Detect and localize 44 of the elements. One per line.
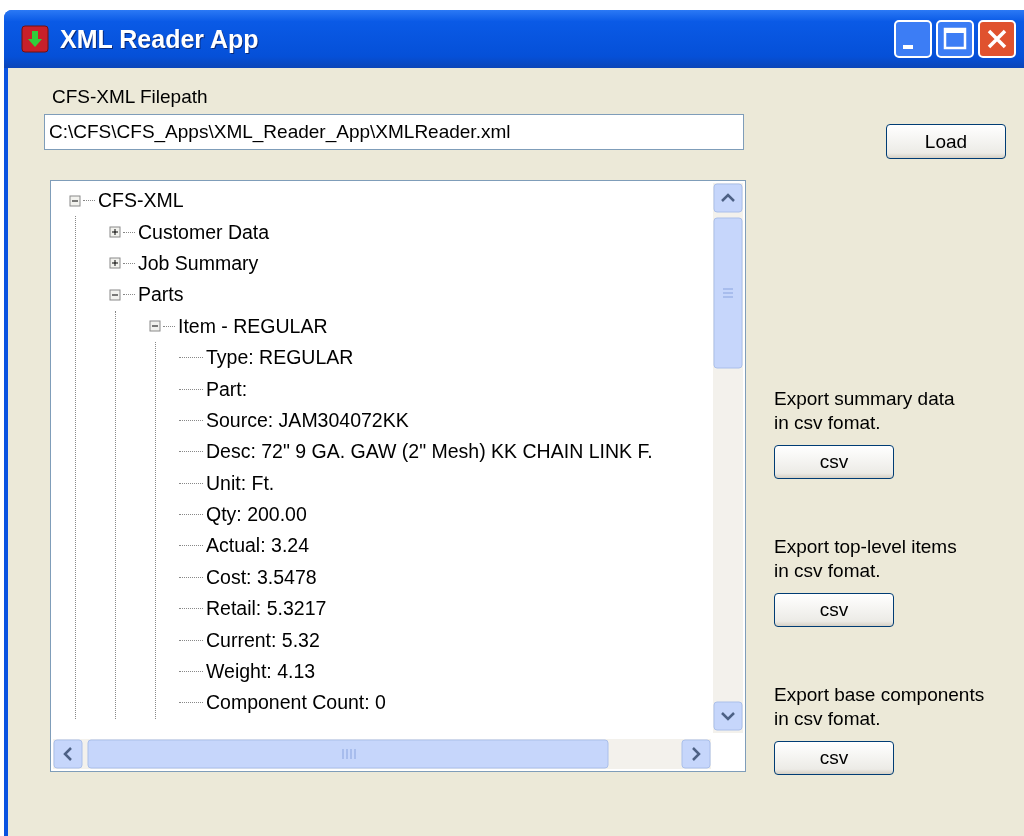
load-button[interactable]: Load — [886, 124, 1006, 159]
app-icon — [20, 24, 50, 54]
scroll-thumb[interactable] — [713, 217, 743, 369]
close-button[interactable] — [978, 20, 1016, 58]
tree-node-label[interactable]: Current: 5.32 — [206, 628, 320, 652]
export-description: Export summary data in csv fomat. — [774, 387, 956, 435]
expand-icon[interactable] — [107, 224, 123, 241]
export-description: Export top-level items in csv fomat. — [774, 535, 958, 583]
filepath-label: CFS-XML Filepath — [51, 86, 209, 108]
tree-node-label[interactable]: Component Count: 0 — [206, 691, 386, 715]
tree-node-label[interactable]: Unit: Ft. — [206, 471, 275, 495]
maximize-button[interactable] — [936, 20, 974, 58]
tree-node-label[interactable]: Cost: 3.5478 — [206, 565, 317, 589]
tree-node-label[interactable]: Retail: 5.3217 — [206, 597, 327, 621]
collapse-icon[interactable] — [147, 318, 163, 335]
tree-node-label[interactable]: CFS-XML — [98, 189, 184, 213]
window-title: XML Reader App — [60, 24, 260, 54]
tree-node-label[interactable]: Source: JAM304072KK — [206, 408, 409, 432]
horizontal-scrollbar[interactable] — [53, 739, 711, 769]
expand-icon[interactable] — [107, 255, 123, 272]
tree-node-label[interactable]: Item - REGULAR — [178, 314, 328, 338]
scroll-down-button[interactable] — [713, 701, 743, 731]
csv-export-button[interactable]: csv — [774, 593, 894, 627]
scroll-right-button[interactable] — [681, 739, 711, 769]
vertical-scrollbar[interactable] — [713, 183, 743, 733]
tree-node-label[interactable]: Qty: 200.00 — [206, 503, 307, 527]
tree-node-label[interactable]: Actual: 3.24 — [206, 534, 309, 558]
horizontal-scroll-thumb[interactable] — [87, 739, 609, 769]
tree-node-label[interactable]: Customer Data — [138, 220, 270, 244]
tree-node-label[interactable]: Job Summary — [138, 251, 259, 275]
export-description: Export base components in csv fomat. — [774, 683, 986, 731]
csv-export-button[interactable]: csv — [774, 445, 894, 479]
scroll-up-button[interactable] — [713, 183, 743, 213]
tree-node-label[interactable]: Desc: 72" 9 GA. GAW (2" Mesh) KK CHAIN LINK F. — [206, 440, 653, 464]
collapse-icon[interactable] — [67, 192, 83, 209]
csv-export-button[interactable]: csv — [774, 741, 894, 775]
filepath-field[interactable]: C:\CFS\CFS_Apps\XML_Reader_App\XMLReader.xml — [44, 114, 744, 150]
tree-node-label[interactable]: Parts — [138, 283, 184, 307]
scroll-left-button[interactable] — [53, 739, 83, 769]
tree-node-label[interactable]: Part: — [206, 377, 248, 401]
minimize-button[interactable] — [894, 20, 932, 58]
tree-node-label[interactable]: Weight: 4.13 — [206, 660, 316, 684]
tree-node-label[interactable]: Type: REGULAR — [206, 346, 354, 370]
collapse-icon[interactable] — [107, 286, 123, 303]
